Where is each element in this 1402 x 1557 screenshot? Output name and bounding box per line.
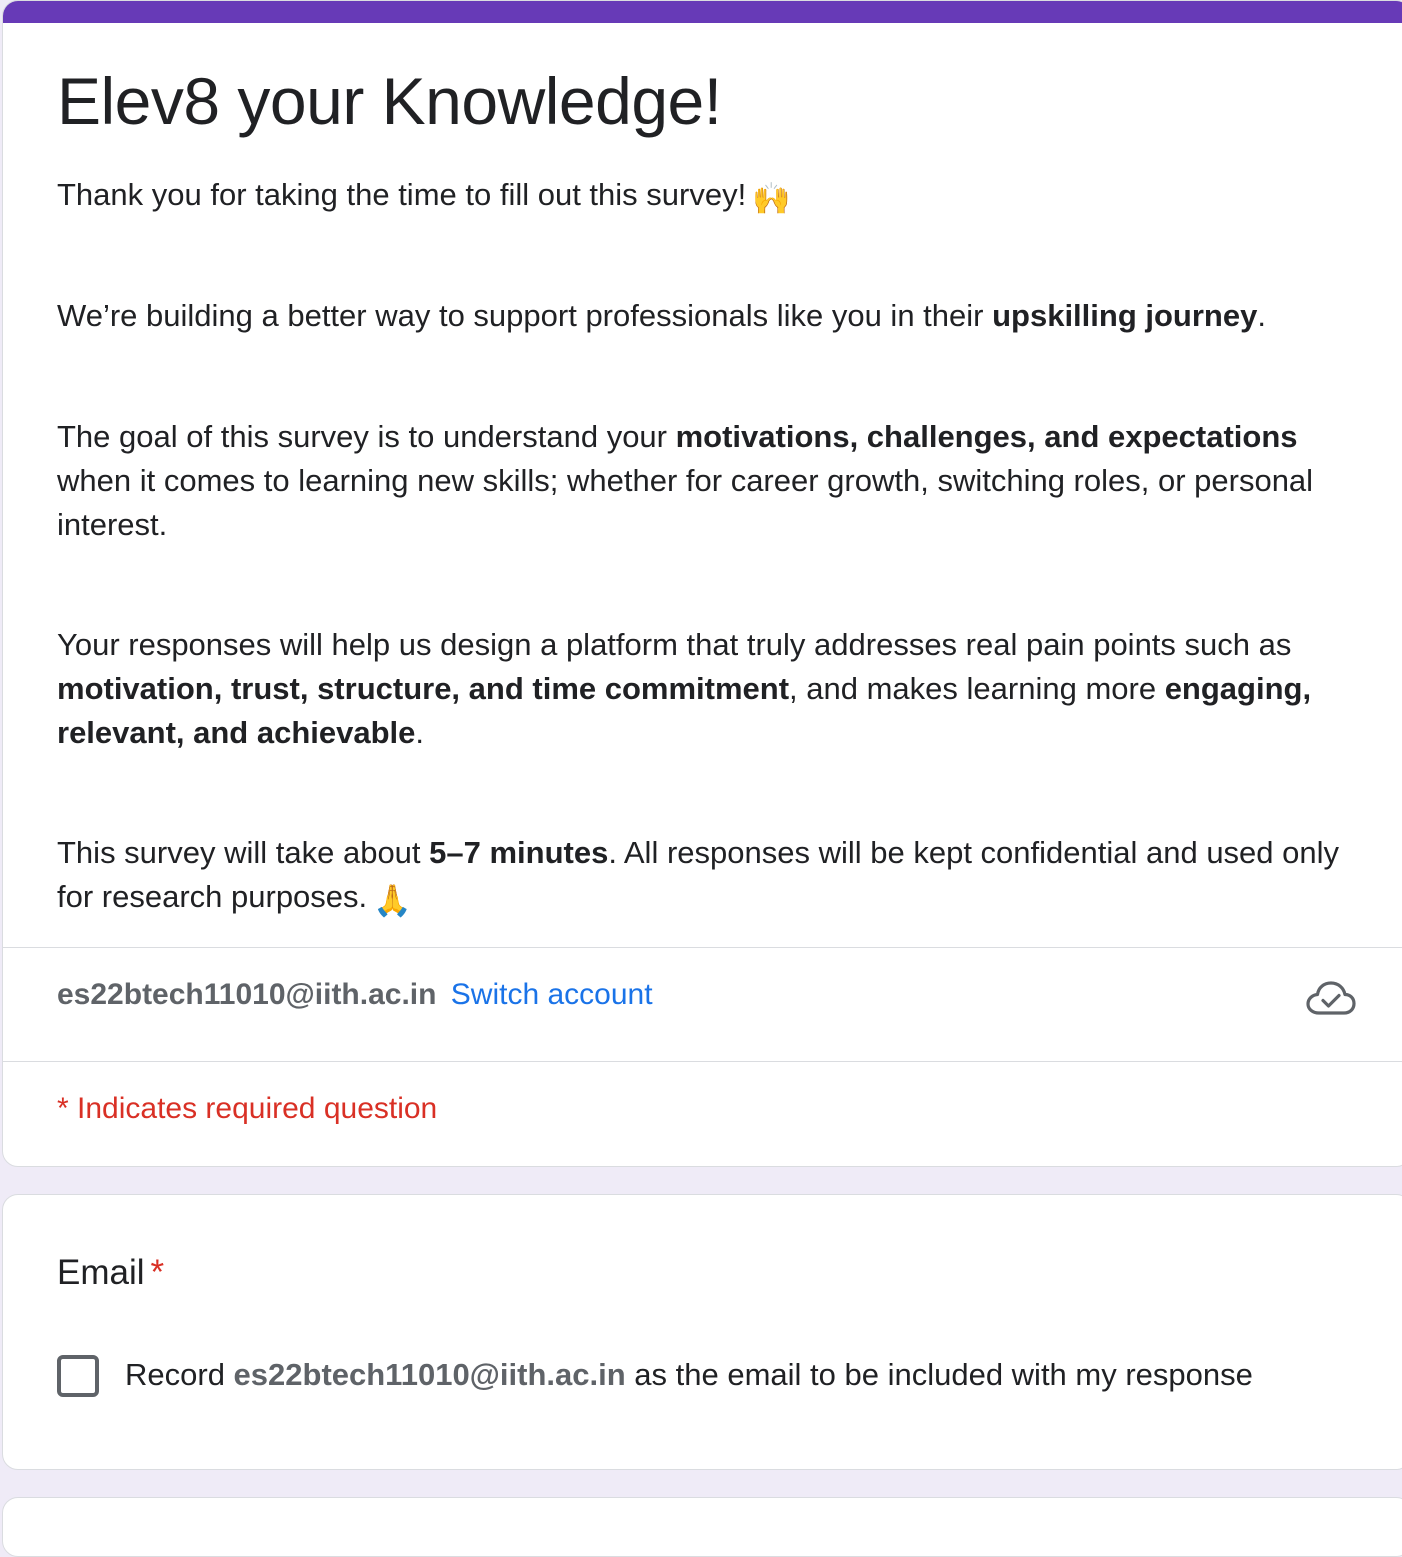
required-star: *: [150, 1253, 165, 1292]
form-paragraph-responses: Your responses will help us design a pla…: [57, 623, 1357, 755]
required-question-note: * Indicates required question: [57, 1092, 438, 1125]
question-label: Email: [57, 1253, 145, 1292]
intro-text: Thank you for taking the time to fill ou…: [57, 177, 747, 212]
paragraph-bold: motivations, challenges, and expectation…: [675, 419, 1298, 454]
form-header-card: Elev8 your Knowledge! Thank you for taki…: [2, 0, 1402, 1167]
paragraph-text: The goal of this survey is to understand…: [57, 419, 676, 454]
checkbox-label-text: Record: [125, 1357, 234, 1392]
divider: [3, 1061, 1402, 1062]
next-question-card: [2, 1497, 1402, 1557]
record-email-label[interactable]: Record es22btech11010@iith.ac.in as the …: [125, 1353, 1253, 1397]
form-accent-bar: [3, 1, 1402, 23]
switch-account-link[interactable]: Switch account: [451, 978, 653, 1011]
paragraph-text: .: [415, 715, 425, 750]
paragraph-bold: 5–7 minutes: [429, 835, 609, 870]
form-paragraph-duration: This survey will take about 5–7 minutes.…: [57, 831, 1357, 923]
paragraph-text: , and makes learning more: [789, 671, 1165, 706]
paragraph-text: when it comes to learning new skills; wh…: [57, 463, 1314, 542]
paragraph-text: .: [1257, 298, 1266, 333]
paragraph-text: This survey will take about: [57, 835, 430, 870]
form-paragraph-upskilling: We’re building a better way to support p…: [57, 294, 1357, 338]
form-paragraph-goal: The goal of this survey is to understand…: [57, 415, 1357, 547]
raising-hands-icon: 🙌: [752, 181, 791, 216]
question-title: Email *: [57, 1247, 164, 1299]
folded-hands-icon: 🙏: [373, 883, 412, 918]
account-email: es22btech11010@iith.ac.in: [57, 978, 437, 1011]
checkbox-email: es22btech11010@iith.ac.in: [233, 1357, 626, 1392]
paragraph-text: We’re building a better way to support p…: [57, 298, 993, 333]
paragraph-text: Your responses will help us design a pla…: [57, 627, 1292, 662]
record-email-checkbox[interactable]: [57, 1355, 99, 1397]
email-question-card: Email * Record es22btech11010@iith.ac.in …: [2, 1194, 1402, 1470]
paragraph-bold: upskilling journey: [992, 298, 1258, 333]
cloud-check-icon[interactable]: [1305, 977, 1357, 1021]
form-title: Elev8 your Knowledge!: [57, 64, 722, 138]
form-intro: Thank you for taking the time to fill ou…: [57, 173, 1357, 221]
divider: [3, 947, 1402, 948]
account-row: es22btech11010@iith.ac.in Switch account: [57, 973, 653, 1017]
checkbox-label-text: as the email to be included with my resp…: [625, 1357, 1253, 1392]
paragraph-bold: motivation, trust, structure, and time c…: [57, 671, 790, 706]
